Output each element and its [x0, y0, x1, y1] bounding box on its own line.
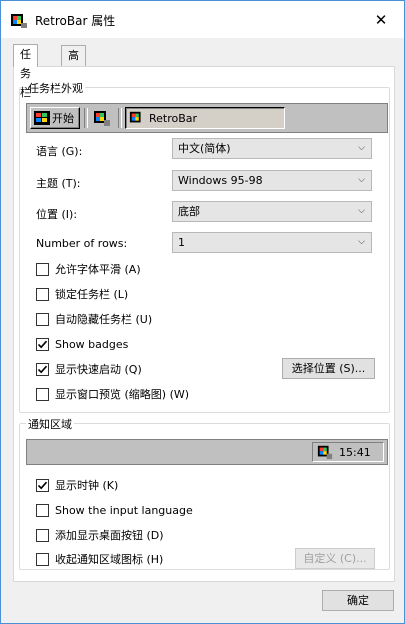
chevron-down-icon: ⌵ — [358, 237, 365, 247]
checkbox-box — [36, 362, 49, 376]
start-button-preview: 开始 — [30, 107, 80, 129]
tab-advanced[interactable]: 高级 — [61, 45, 86, 81]
quick-launch-icon — [94, 111, 110, 126]
rows-label: Number of rows: — [36, 237, 128, 250]
checkbox-box — [36, 528, 49, 542]
checkmark-icon — [37, 481, 48, 489]
checkbox-box — [36, 287, 49, 301]
rows-select[interactable]: 1 ⌵ — [172, 232, 372, 253]
retrobar-app-icon — [11, 14, 27, 28]
checkbox-box — [36, 262, 49, 276]
window-title: RetroBar 属性 — [35, 14, 116, 28]
notification-area-group: 通知区域 15:41 显示时钟 (K) Show the input langu… — [19, 416, 390, 570]
checkbox-box — [36, 478, 49, 492]
checkbox-box — [36, 503, 49, 517]
language-label: 语言 (G): — [36, 145, 83, 158]
title-bar: RetroBar 属性 ✕ — [1, 1, 404, 38]
close-icon: ✕ — [374, 10, 388, 29]
group-legend: 通知区域 — [26, 416, 74, 432]
close-button[interactable]: ✕ — [358, 1, 404, 38]
theme-label: 主题 (T): — [36, 177, 81, 190]
window-preview-checkbox[interactable]: 显示窗口预览 (缩略图) (W) — [36, 386, 189, 402]
checkbox-box — [36, 552, 49, 566]
checkbox-box — [36, 337, 49, 351]
chevron-down-icon: ⌵ — [358, 175, 365, 185]
retrobar-app-icon — [129, 111, 141, 123]
collapse-tray-icons-checkbox[interactable]: 收起通知区域图标 (H) — [36, 551, 163, 567]
theme-select[interactable]: Windows 95-98 ⌵ — [172, 170, 372, 191]
customize-button[interactable]: 自定义 (C)... — [295, 548, 375, 569]
tray-clock: 15:41 — [339, 445, 371, 459]
position-select[interactable]: 底部 ⌵ — [172, 201, 372, 222]
taskbar-preview: 开始 RetroBar — [26, 103, 388, 133]
chevron-down-icon: ⌵ — [358, 206, 365, 216]
checkmark-icon — [37, 365, 48, 373]
checkmark-icon — [37, 340, 48, 348]
show-badges-checkbox[interactable]: Show badges — [36, 336, 128, 352]
retrobar-app-icon — [317, 445, 333, 460]
separator — [118, 108, 122, 128]
start-label: 开始 — [52, 112, 74, 125]
ok-button[interactable]: 确定 — [322, 590, 394, 611]
group-legend: 任务栏外观 — [26, 80, 85, 96]
properties-window: RetroBar 属性 ✕ 任务栏 高级 任务栏外观 — [0, 0, 405, 624]
lock-taskbar-checkbox[interactable]: 锁定任务栏 (L) — [36, 286, 128, 302]
task-label: RetroBar — [149, 111, 198, 125]
checkbox-box — [36, 387, 49, 401]
auto-hide-checkbox[interactable]: 自动隐藏任务栏 (U) — [36, 311, 152, 327]
language-select[interactable]: 中文(简体) ⌵ — [172, 138, 372, 159]
chevron-down-icon: ⌵ — [358, 143, 365, 153]
choose-location-button[interactable]: 选择位置 (S)... — [282, 358, 375, 379]
checkbox-box — [36, 312, 49, 326]
windows-logo-icon — [34, 111, 50, 125]
position-label: 位置 (I): — [36, 208, 78, 221]
font-smoothing-checkbox[interactable]: 允许字体平滑 (A) — [36, 261, 141, 277]
separator — [84, 108, 88, 128]
tray-clock-box: 15:41 — [312, 442, 384, 462]
quick-launch-checkbox[interactable]: 显示快速启动 (Q) — [36, 361, 142, 377]
input-language-checkbox[interactable]: Show the input language — [36, 502, 193, 518]
task-button-preview: RetroBar — [125, 107, 285, 129]
show-desktop-button-checkbox[interactable]: 添加显示桌面按钮 (D) — [36, 527, 164, 543]
notification-tray-preview: 15:41 — [26, 439, 388, 465]
tab-taskbar[interactable]: 任务栏 — [13, 44, 38, 99]
tab-panel-taskbar: 任务栏外观 开始 RetroBar 语言 (G): 中文(简体) ⌵ 主题 (T… — [13, 66, 395, 582]
show-clock-checkbox[interactable]: 显示时钟 (K) — [36, 477, 118, 493]
taskbar-appearance-group: 任务栏外观 开始 RetroBar 语言 (G): 中文(简体) ⌵ 主题 (T… — [19, 80, 390, 413]
